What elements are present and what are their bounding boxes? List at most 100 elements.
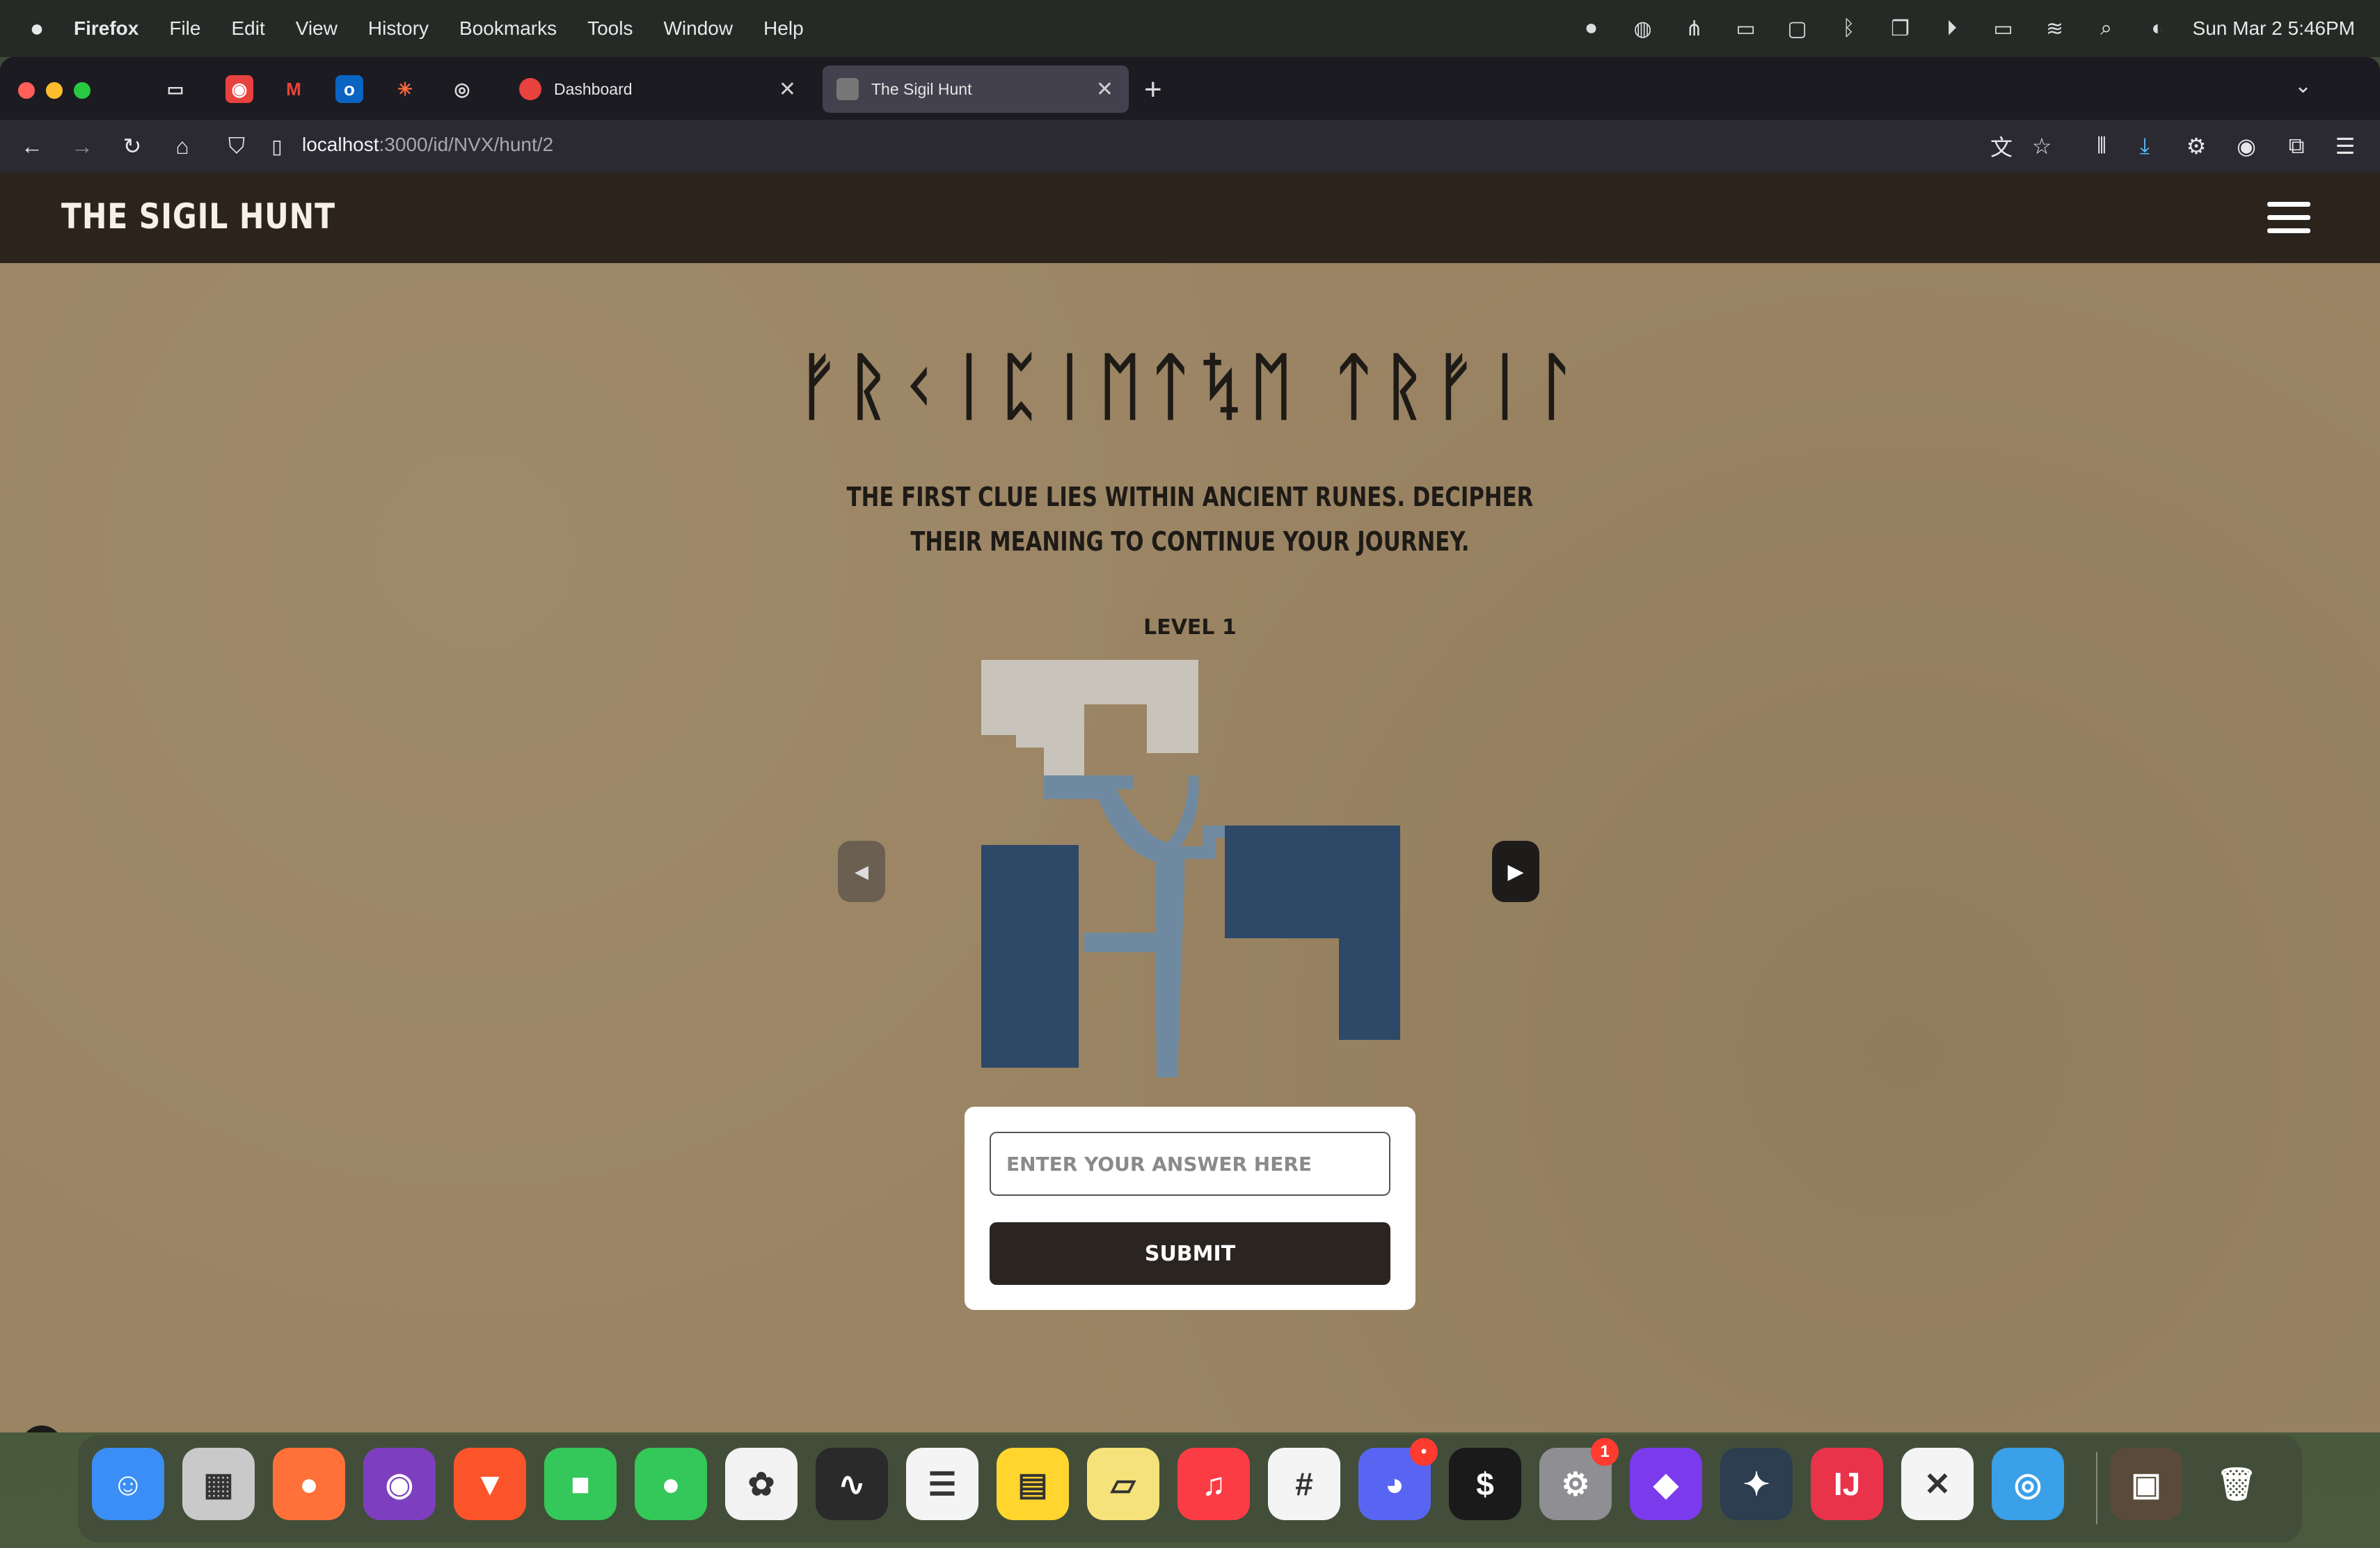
tor-icon[interactable]: ◉ [363, 1448, 436, 1520]
photos-icon[interactable]: ✿ [725, 1448, 798, 1520]
brave-icon[interactable]: ▼ [454, 1448, 526, 1520]
firefox-icon[interactable]: ● [273, 1448, 345, 1520]
hamburger-menu-icon[interactable] [2267, 202, 2310, 235]
wifi-icon[interactable]: ≋ [2041, 15, 2069, 42]
macos-menubar: ● Firefox File Edit View History Bookmar… [0, 0, 2380, 57]
bluetooth-icon[interactable]: ᛒ [1835, 15, 1863, 42]
slack-icon[interactable]: # [1268, 1448, 1340, 1520]
menu-app-name[interactable]: Firefox [74, 17, 138, 40]
site-title[interactable]: THE SIGIL HUNT [61, 196, 335, 237]
navigation-toolbar: ← → ↻ ⌂ ⛉ ▯ localhost:3000/id/NVX/hunt/2… [0, 120, 2380, 173]
pinned-tab-outlook-icon[interactable]: o [335, 75, 363, 103]
dock-separator [2096, 1452, 2097, 1524]
keyboard-icon[interactable]: ▭ [1732, 15, 1760, 42]
music-icon[interactable]: ♫ [1177, 1448, 1250, 1520]
menubar-clock[interactable]: Sun Mar 2 5:46PM [2193, 17, 2355, 40]
account-icon[interactable]: ◉ [2232, 132, 2260, 160]
browser-window: ▭ ◉ M o ✳ ◎ Dashboard ✕ The Sigil Hunt ✕… [0, 57, 2380, 1432]
menu-view[interactable]: View [296, 17, 338, 40]
stickies-icon[interactable]: ▱ [1087, 1448, 1159, 1520]
tab-dashboard[interactable]: Dashboard ✕ [505, 65, 811, 113]
url-bar[interactable]: localhost:3000/id/NVX/hunt/2 [302, 134, 553, 156]
control-center-icon[interactable]: ◐ [2144, 15, 2172, 42]
menu-help[interactable]: Help [763, 17, 804, 40]
zoom-window-button[interactable] [74, 82, 90, 99]
dashboard-favicon-icon [519, 78, 541, 100]
home-icon[interactable]: ⌂ [168, 132, 196, 160]
next-arrow-icon: ▶ [1507, 860, 1524, 883]
tracking-shield-icon[interactable]: ⛉ [223, 132, 251, 160]
apple-menu-icon[interactable]: ● [0, 15, 74, 42]
library-icon[interactable]: ⫴ [2088, 132, 2116, 160]
vscode-icon[interactable]: ✕ [1901, 1448, 1974, 1520]
display-icon[interactable]: ▢ [1784, 15, 1811, 42]
vpn-globe-icon[interactable]: ◍ [1629, 15, 1657, 42]
reload-icon[interactable]: ↻ [118, 132, 146, 160]
finder-icon[interactable]: ☺ [92, 1448, 164, 1520]
notification-badge: 1 [1591, 1438, 1619, 1466]
proxyman-icon[interactable]: ◎ [1992, 1448, 2064, 1520]
puzzle-sigil-image [981, 660, 1400, 1077]
pinned-tab-audio-icon[interactable]: ◉ [225, 75, 253, 103]
close-window-button[interactable] [18, 82, 35, 99]
intellij-icon[interactable]: IJ [1811, 1448, 1883, 1520]
notes-icon[interactable]: ▤ [997, 1448, 1069, 1520]
app-menu-icon[interactable]: ☰ [2331, 132, 2359, 160]
play-icon[interactable]: ⏵ [1938, 15, 1966, 42]
forward-arrow-icon[interactable]: → [68, 132, 96, 160]
bookmark-star-icon[interactable]: ☆ [2028, 132, 2056, 160]
tab-overview-icon[interactable]: ▭ [161, 75, 189, 103]
downloads-icon[interactable]: ⤓ [2131, 132, 2159, 160]
puzzle-gray-shape [981, 660, 1198, 775]
discord-icon[interactable]: ◕ • [1358, 1438, 1438, 1520]
pinned-tab-openai-icon[interactable]: ◎ [448, 75, 476, 103]
spotlight-search-icon[interactable]: ⌕ [2093, 15, 2120, 42]
translate-icon[interactable]: ⽂ [1988, 132, 2015, 160]
pinned-tab-claude-icon[interactable]: ✳ [391, 75, 419, 103]
answer-input[interactable] [990, 1132, 1390, 1196]
trash-icon[interactable]: 🗑 [2200, 1448, 2273, 1520]
page-info-icon[interactable]: ▯ [263, 132, 291, 160]
battery-icon[interactable]: ▭ [1990, 15, 2017, 42]
menu-window[interactable]: Window [663, 17, 733, 40]
menu-history[interactable]: History [368, 17, 429, 40]
submit-button[interactable]: SUBMIT [990, 1222, 1390, 1285]
launchpad-icon[interactable]: ▦ [182, 1448, 255, 1520]
close-tab-icon[interactable]: ✕ [1096, 77, 1113, 102]
system-settings-icon[interactable]: ⚙ 1 [1539, 1438, 1619, 1520]
menu-bookmarks[interactable]: Bookmarks [459, 17, 557, 40]
menu-file[interactable]: File [169, 17, 200, 40]
terminal-icon[interactable]: $ [1449, 1448, 1521, 1520]
settings-gear-icon[interactable]: ⚙ [2182, 132, 2210, 160]
facetime-icon[interactable]: ■ [544, 1448, 617, 1520]
menu-tools[interactable]: Tools [587, 17, 633, 40]
reminders-icon[interactable]: ☰ [906, 1448, 978, 1520]
record-icon[interactable]: ⏺ [1578, 15, 1605, 42]
tab-the-sigil-hunt[interactable]: The Sigil Hunt ✕ [823, 65, 1129, 113]
new-tab-plus-icon[interactable]: + [1144, 72, 1162, 107]
pinned-tab-gmail-icon[interactable]: M [280, 75, 308, 103]
sigil-favicon-icon [836, 78, 859, 100]
back-arrow-icon[interactable]: ← [18, 132, 46, 160]
airpods-icon[interactable]: ⋔ [1681, 15, 1708, 42]
status-area: ⏺ ◍ ⋔ ▭ ▢ ᛒ ❐ ⏵ ▭ ≋ ⌕ ◐ Sun Mar 2 5:46PM [1554, 0, 2355, 57]
previous-button[interactable]: ◀ [838, 841, 885, 902]
next-button[interactable]: ▶ [1492, 841, 1539, 902]
extensions-icon[interactable]: ⧉ [2283, 132, 2310, 160]
messages-icon[interactable]: ● [635, 1448, 707, 1520]
davinci-icon[interactable]: ✦ [1720, 1448, 1793, 1520]
site-header: THE SIGIL HUNT [0, 173, 2380, 263]
recent-folder-icon[interactable]: ▣ [2110, 1448, 2182, 1520]
menu-edit[interactable]: Edit [231, 17, 264, 40]
web-page: THE SIGIL HUNT ᚠᚱᚲᛁᛈᛁᛖᛏᛪᛖ ᛏᚱᚠᛁᛚ The firs… [0, 173, 2380, 1432]
macos-dock: ☺ ▦ ● ◉ ▼ ■ ● ✿ ∿ ☰ ▤ ▱ ♫ # ◕ • $ ⚙ 1 ◆ ✦ IJ ✕ ◎ ▣ 🗑 [78, 1435, 2302, 1542]
puzzle-dark-left-shape [981, 845, 1079, 1068]
list-all-tabs-chevron-icon[interactable]: ⌄ [2294, 74, 2312, 98]
minimize-window-button[interactable] [46, 82, 63, 99]
lightning-bolt-icon[interactable]: ϟ [21, 1425, 63, 1432]
obsidian-icon[interactable]: ◆ [1630, 1448, 1702, 1520]
window-icon[interactable]: ❐ [1887, 15, 1914, 42]
tab-bar: ▭ ◉ M o ✳ ◎ Dashboard ✕ The Sigil Hunt ✕… [0, 57, 2380, 120]
close-tab-icon[interactable]: ✕ [779, 77, 796, 102]
voice-memos-icon[interactable]: ∿ [816, 1448, 888, 1520]
